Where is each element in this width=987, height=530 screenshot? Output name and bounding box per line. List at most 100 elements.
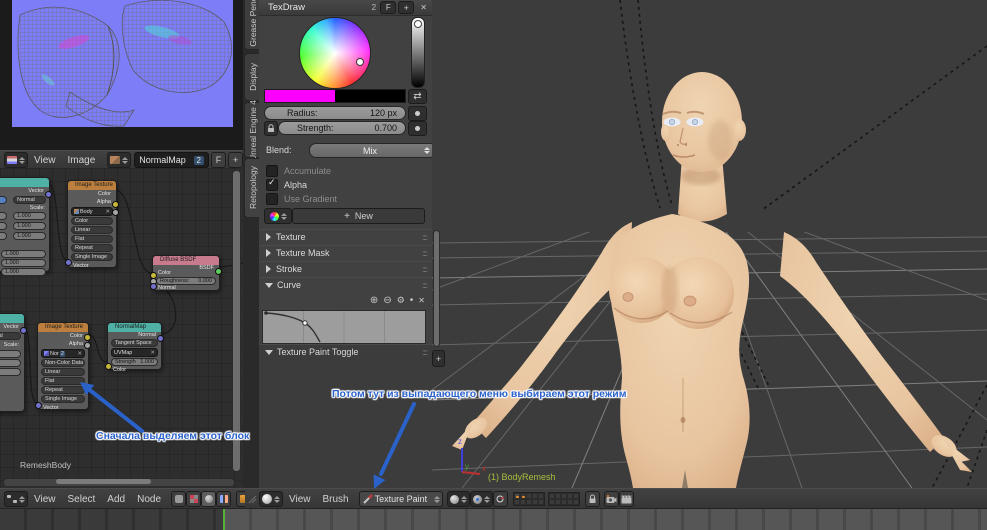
female-model[interactable] <box>452 72 972 488</box>
output-socket-alpha[interactable] <box>84 342 91 349</box>
unlink-icon[interactable]: ✕ <box>105 209 110 215</box>
output-socket-alpha[interactable] <box>112 209 119 216</box>
option-button[interactable]: Linear <box>71 226 113 234</box>
uvmap-selector[interactable]: UVMap ✕ <box>111 348 158 357</box>
new-image-button[interactable]: + <box>228 152 243 168</box>
tab-grease-pencil[interactable]: Grease Penc <box>244 0 260 50</box>
timeline-before-range[interactable] <box>0 509 223 530</box>
color-wheel[interactable] <box>299 17 371 89</box>
option-button[interactable]: Repeat <box>71 244 113 252</box>
timeline-frame-range[interactable] <box>225 509 987 530</box>
checkbox-checked[interactable]: ✓ <box>266 177 278 191</box>
unlink-icon[interactable]: ✕ <box>150 350 155 356</box>
section-stroke[interactable]: Stroke:::: <box>259 261 432 276</box>
node-header[interactable]: Image Texture <box>38 323 88 332</box>
unlink-icon[interactable]: ✕ <box>77 351 82 357</box>
node-menu-add[interactable]: Add <box>101 494 131 505</box>
node-menu-select[interactable]: Select <box>62 494 102 505</box>
node-header[interactable]: Image Texture <box>68 181 116 190</box>
radius-slider[interactable]: Radius: 120 px <box>264 106 406 120</box>
output-socket-vector[interactable] <box>45 191 52 198</box>
close-icon[interactable]: ✕ <box>420 3 427 12</box>
wrench-icon[interactable]: ⚙ <box>397 295 405 306</box>
users-count-badge[interactable]: 2 <box>59 350 65 357</box>
option-button[interactable]: Single Image <box>41 395 85 403</box>
timeline[interactable] <box>0 508 987 530</box>
editor-type-dropdown[interactable] <box>4 491 28 507</box>
option-button[interactable]: Linear <box>41 368 85 376</box>
drag-dots-icon[interactable]: :::: <box>422 265 428 274</box>
new-palette-button[interactable]: + New <box>292 208 425 224</box>
mapping-type-normal[interactable]: Normal <box>13 196 46 204</box>
palette-dropdown[interactable] <box>264 208 292 224</box>
node-image-texture-top[interactable]: Image Texture Color Alpha Body ✕ Color L… <box>65 180 119 269</box>
blend-mode-dropdown[interactable]: Mix <box>309 143 437 158</box>
alpha-option[interactable]: ✓ Alpha <box>266 177 307 191</box>
horizontal-scrollbar[interactable] <box>3 478 235 487</box>
brush-users-count[interactable]: 2 <box>367 2 380 13</box>
input-socket-vector[interactable] <box>65 259 72 266</box>
node-menu-view[interactable]: View <box>28 494 62 505</box>
section-texture-mask[interactable]: Texture Mask:::: <box>259 245 432 260</box>
users-count-badge[interactable]: 2 <box>193 155 204 165</box>
section-texture[interactable]: Texture:::: <box>259 229 432 244</box>
node-header[interactable] <box>0 314 24 323</box>
node-tree-icon[interactable] <box>216 491 231 507</box>
input-socket-color[interactable] <box>105 363 112 370</box>
layers-widget-group2[interactable] <box>547 492 580 506</box>
checkbox[interactable] <box>266 193 278 205</box>
output-socket-color[interactable] <box>112 201 119 208</box>
option-button[interactable]: Flat <box>41 377 85 385</box>
fake-user-button[interactable]: F <box>211 152 226 168</box>
strength-slider[interactable]: Strength: 0.700 <box>278 121 406 135</box>
pivot-point-dropdown[interactable] <box>469 491 493 507</box>
strength-pressure-button[interactable] <box>408 121 427 136</box>
value-slider-handle[interactable] <box>414 20 422 28</box>
node-mapping-bottom[interactable]: Vector Normal Scale: 1.000 1.000 1.000 <box>0 313 27 412</box>
brush-menu[interactable]: Brush <box>317 494 355 505</box>
use-gradient-option[interactable]: Use Gradient <box>266 193 337 205</box>
node-header[interactable]: NormalMap <box>108 323 161 332</box>
region-expand-button[interactable]: + <box>432 350 445 367</box>
area-corner-icon[interactable] <box>247 494 257 504</box>
option-button[interactable]: Flat <box>71 235 113 243</box>
node-normal-map[interactable]: NormalMap Normal Tangent Space UVMap ✕ S… <box>105 322 164 373</box>
image-datablock[interactable]: Nor 2 ✕ <box>41 349 85 358</box>
section-texture-paint-toggle[interactable]: Texture Paint Toggle:::: <box>259 344 432 359</box>
input-socket-normal[interactable] <box>150 283 157 290</box>
zoom-in-icon[interactable]: ⊕ <box>370 295 378 306</box>
matcap-sphere-dropdown[interactable] <box>259 491 283 507</box>
clipping-point-icon[interactable]: • <box>410 295 414 306</box>
timeline-playhead[interactable] <box>223 509 225 530</box>
drag-dots-icon[interactable]: :::: <box>422 249 428 258</box>
zoom-out-icon[interactable]: ⊖ <box>383 295 391 306</box>
scene-lock-button[interactable] <box>584 491 600 507</box>
section-curve[interactable]: Curve:::: <box>259 277 432 292</box>
falloff-curve-widget[interactable] <box>262 310 426 344</box>
uv-menu-view[interactable]: View <box>28 155 62 166</box>
vertical-scrollbar[interactable] <box>232 170 241 472</box>
brush-panel-titlebar[interactable]: TexDraw 2 F + ✕ <box>259 0 432 16</box>
layers-widget-group1[interactable] <box>512 492 545 506</box>
value-slider[interactable] <box>411 17 425 88</box>
add-brush-button[interactable]: + <box>398 1 415 14</box>
tab-retopology[interactable]: Retopology <box>244 158 260 218</box>
output-socket-normal[interactable] <box>157 335 164 342</box>
drag-dots-icon[interactable]: :::: <box>422 348 428 357</box>
option-button[interactable]: Color <box>71 217 113 225</box>
curve-point[interactable] <box>264 311 268 315</box>
image-datablock-dropdown[interactable] <box>107 152 132 168</box>
curve-point-selected[interactable] <box>302 320 308 326</box>
node-image-texture-bottom[interactable]: Image Texture Color Alpha Nor 2 ✕ Non-Co… <box>35 322 91 411</box>
material-sphere-icon[interactable] <box>201 491 216 507</box>
opengl-render-animation-button[interactable] <box>618 491 634 507</box>
view-menu[interactable]: View <box>283 494 317 505</box>
space-dropdown[interactable]: Tangent Space <box>111 339 158 347</box>
unified-strength-lock-button[interactable] <box>264 121 278 136</box>
primary-color-swatch[interactable] <box>265 90 335 102</box>
tool-shelf-scrollbar[interactable] <box>433 230 440 347</box>
fake-user-button[interactable]: F <box>380 1 397 14</box>
viewport-3d[interactable]: z y x (1) BodyRemesh + <box>432 0 987 488</box>
node-diffuse-bsdf[interactable]: Diffuse BSDF BSDF Color Roughness: 0.000 … <box>150 255 222 291</box>
radius-pressure-button[interactable] <box>408 106 427 121</box>
